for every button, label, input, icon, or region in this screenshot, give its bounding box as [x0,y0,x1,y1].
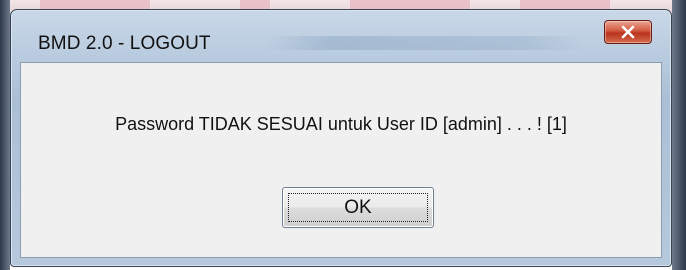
background-left-edge [0,0,10,270]
dialog-content: Password TIDAK SESUAI untuk User ID [adm… [20,62,662,258]
dialog-titlebar[interactable]: BMD 2.0 - LOGOUT [11,10,671,60]
ok-button-label: OK [344,196,372,218]
error-message: Password TIDAK SESUAI untuk User ID [adm… [115,114,567,134]
ok-button[interactable]: OK [282,187,434,228]
close-button[interactable] [604,20,652,44]
background-right-edge [672,0,686,270]
message-dialog: BMD 2.0 - LOGOUT Password TIDAK SESUAI u… [10,9,672,267]
dialog-title: BMD 2.0 - LOGOUT [38,33,211,54]
titlebar-glass-reflection [266,36,586,50]
close-icon [621,25,635,39]
